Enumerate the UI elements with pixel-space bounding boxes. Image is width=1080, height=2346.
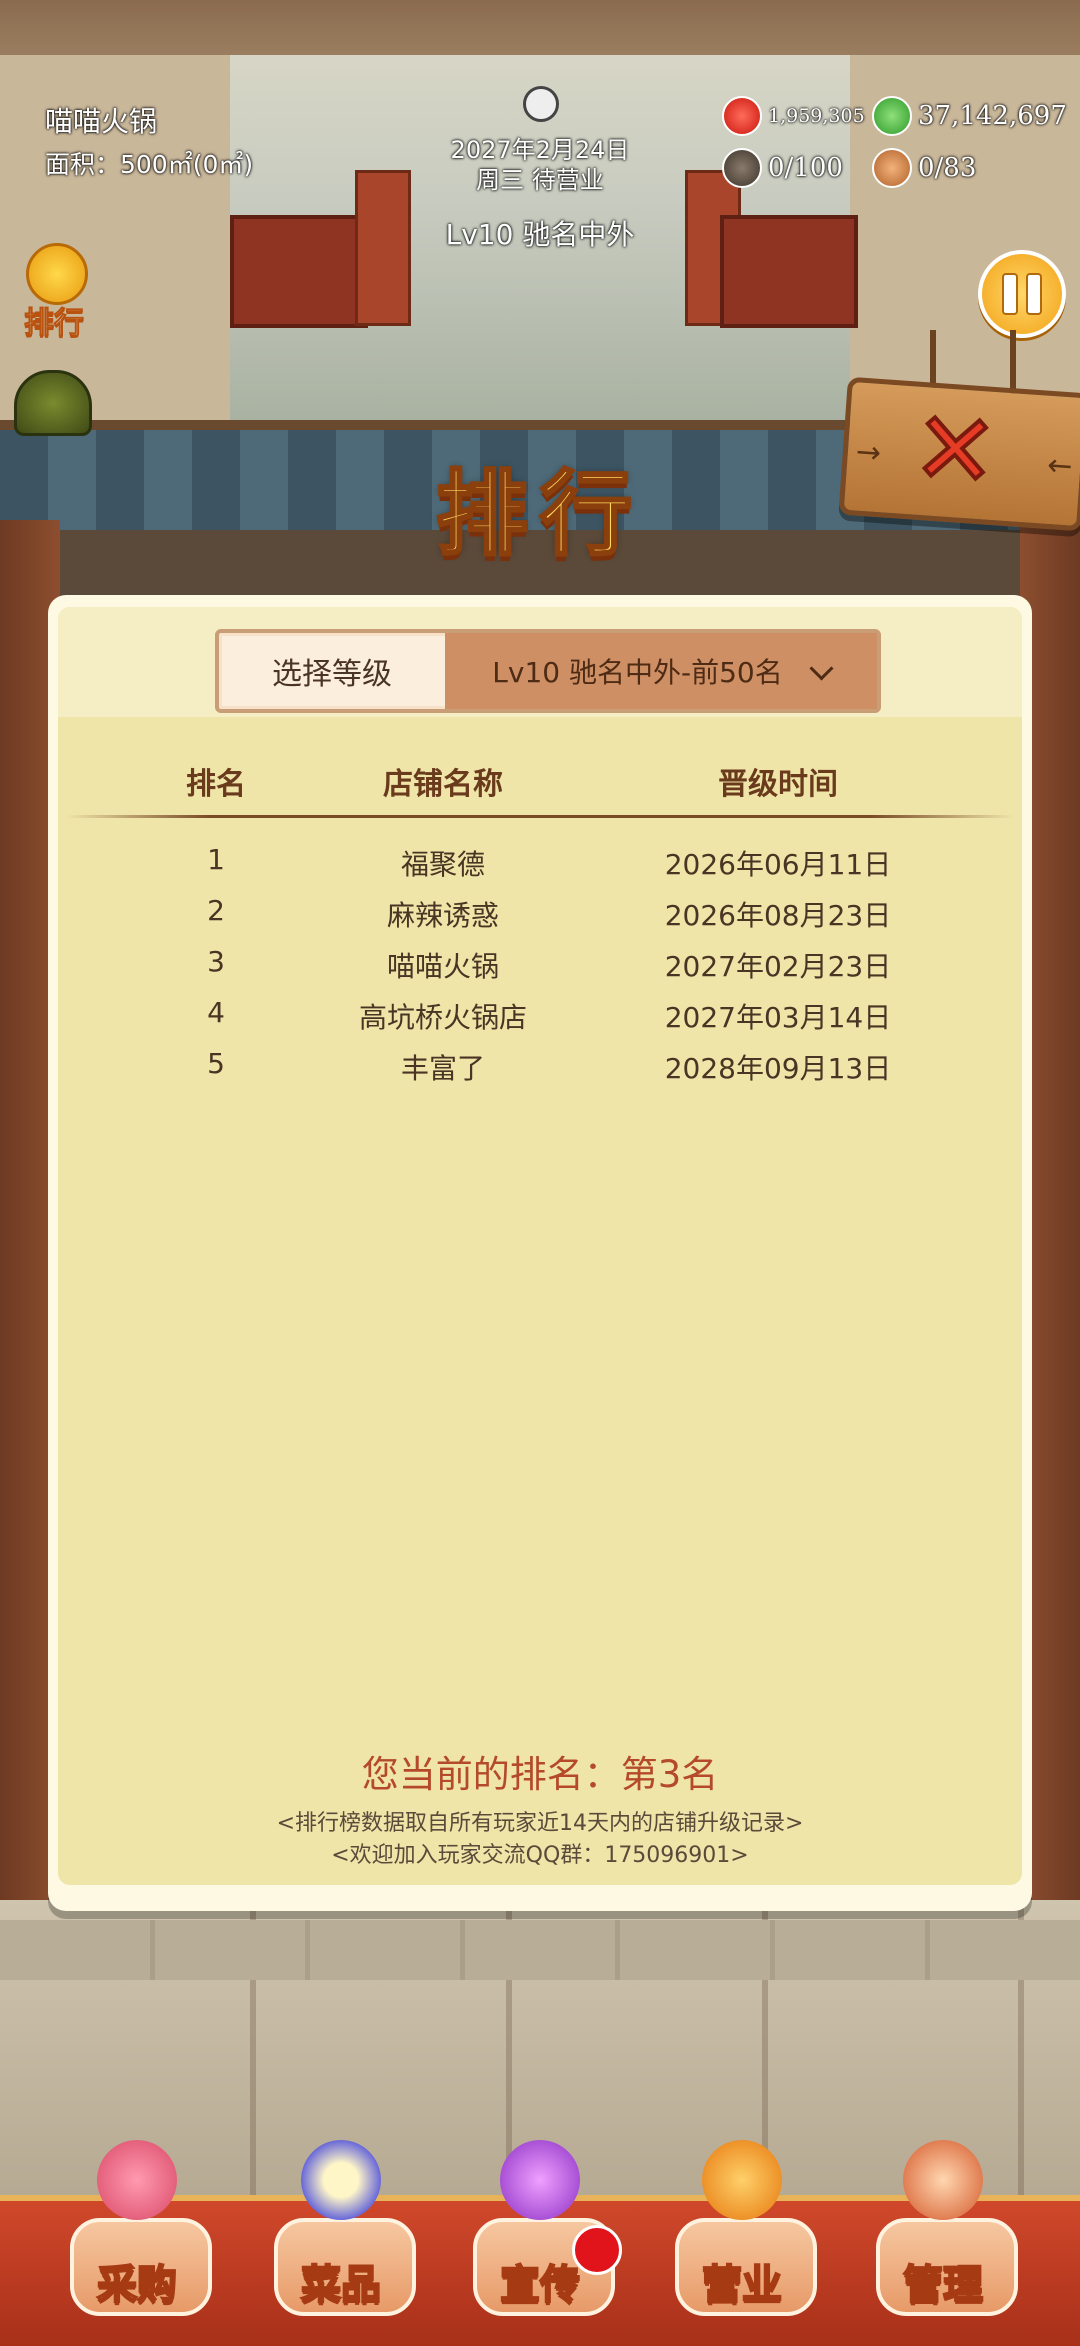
nav-purchase[interactable]: 采购 bbox=[62, 2140, 212, 2340]
table-row: 2 麻辣诱惑 2026年08月23日 bbox=[58, 894, 1022, 944]
table-row: 4 高坑桥火锅店 2027年03月14日 bbox=[58, 996, 1022, 1046]
notification-dot bbox=[572, 2225, 622, 2275]
row-rank: 1 bbox=[207, 843, 225, 876]
restaurant-level: Lv10 驰名中外 bbox=[445, 218, 635, 251]
nav-business-label: 营业 bbox=[701, 2261, 783, 2309]
row-time: 2027年03月14日 bbox=[664, 1001, 892, 1034]
coin-bag-icon[interactable] bbox=[14, 370, 92, 436]
column-header-rank: 排名 bbox=[186, 767, 246, 802]
row-rank: 4 bbox=[207, 996, 225, 1029]
ranking-panel: 选择等级 Lv10 驰名中外-前50名 排名 店铺名称 晋级时间 1 福聚德 2… bbox=[48, 595, 1032, 1911]
rank-button-label: 排行 bbox=[24, 306, 85, 342]
arrow-right-icon: → bbox=[854, 434, 883, 472]
nav-business[interactable]: 营业 bbox=[667, 2140, 817, 2340]
nav-dishes[interactable]: 菜品 bbox=[266, 2140, 416, 2340]
staff-value: 0/83 bbox=[918, 153, 977, 183]
my-rank: 您当前的排名：第3名 bbox=[361, 1753, 719, 1796]
close-button[interactable]: → ✕ ← bbox=[838, 376, 1080, 532]
qq-group-note: <欢迎加入玩家交流QQ群：175096901> bbox=[331, 1843, 749, 1868]
table-row: 5 丰富了 2028年09月13日 bbox=[58, 1047, 1022, 1097]
row-shop-name: 福聚德 bbox=[400, 848, 485, 881]
arrow-left-icon: ← bbox=[1046, 447, 1074, 485]
dish-bowl-icon bbox=[301, 2140, 381, 2220]
staff-people-icon bbox=[903, 2140, 983, 2220]
nav-purchase-label: 采购 bbox=[96, 2261, 178, 2309]
row-rank: 5 bbox=[207, 1047, 225, 1080]
column-header-shop-name: 店铺名称 bbox=[383, 767, 503, 802]
floor-strip bbox=[0, 1920, 1080, 1980]
table-row: 1 福聚德 2026年06月11日 bbox=[58, 843, 1022, 893]
ranking-panel-body: 选择等级 Lv10 驰名中外-前50名 排名 店铺名称 晋级时间 1 福聚德 2… bbox=[58, 607, 1022, 1885]
column-header-promotion-time: 晋级时间 bbox=[718, 767, 838, 802]
row-rank: 3 bbox=[207, 945, 225, 978]
hearts-counter[interactable]: 1,959,305 bbox=[722, 96, 865, 136]
row-time: 2028年09月13日 bbox=[664, 1052, 892, 1085]
row-rank: 2 bbox=[207, 894, 225, 927]
shop-stall-icon bbox=[97, 2140, 177, 2220]
row-shop-name: 喵喵火锅 bbox=[386, 950, 499, 983]
close-icon: ✕ bbox=[907, 387, 1003, 514]
cash-counter[interactable]: 37,142,697 bbox=[872, 96, 1067, 136]
clock-icon bbox=[523, 86, 559, 122]
row-shop-name: 丰富了 bbox=[400, 1052, 485, 1085]
level-select-value: Lv10 驰名中外-前50名 bbox=[492, 656, 783, 689]
nav-dishes-label: 菜品 bbox=[300, 2261, 382, 2309]
row-time: 2027年02月23日 bbox=[664, 950, 892, 983]
level-select-label: 选择等级 bbox=[272, 657, 392, 692]
row-shop-name: 高坑桥火锅店 bbox=[358, 1001, 527, 1034]
rank-button[interactable]: 排行 bbox=[14, 243, 94, 342]
level-select-dropdown[interactable]: Lv10 驰名中外-前50名 bbox=[445, 633, 877, 709]
table-icon bbox=[722, 148, 762, 188]
pause-bar-icon bbox=[1002, 273, 1018, 315]
row-shop-name: 麻辣诱惑 bbox=[386, 899, 499, 932]
video-play-icon bbox=[500, 2140, 580, 2220]
pause-button[interactable] bbox=[978, 250, 1066, 338]
header-divider bbox=[66, 815, 1014, 818]
row-time: 2026年08月23日 bbox=[664, 899, 892, 932]
chevron-down-icon bbox=[809, 655, 834, 681]
cash-icon bbox=[872, 96, 912, 136]
staff-icon bbox=[872, 148, 912, 188]
pause-bar-icon bbox=[1026, 273, 1042, 315]
tables-counter[interactable]: 0/100 bbox=[722, 148, 843, 188]
level-select[interactable]: 选择等级 Lv10 驰名中外-前50名 bbox=[215, 629, 881, 713]
hearts-value: 1,959,305 bbox=[768, 105, 865, 127]
data-source-note: <排行榜数据取自所有玩家近14天内的店铺升级记录> bbox=[276, 1811, 804, 1836]
table-row: 3 喵喵火锅 2027年02月23日 bbox=[58, 945, 1022, 995]
tables-value: 0/100 bbox=[768, 153, 843, 183]
nav-management-label: 管理 bbox=[902, 2261, 984, 2309]
cash-value: 37,142,697 bbox=[918, 101, 1067, 131]
service-bell-icon bbox=[702, 2140, 782, 2220]
trophy-medal-icon bbox=[26, 243, 88, 305]
heart-icon bbox=[722, 96, 762, 136]
nav-management[interactable]: 管理 bbox=[868, 2140, 1018, 2340]
row-time: 2026年06月11日 bbox=[664, 848, 892, 881]
staff-counter[interactable]: 0/83 bbox=[872, 148, 976, 188]
